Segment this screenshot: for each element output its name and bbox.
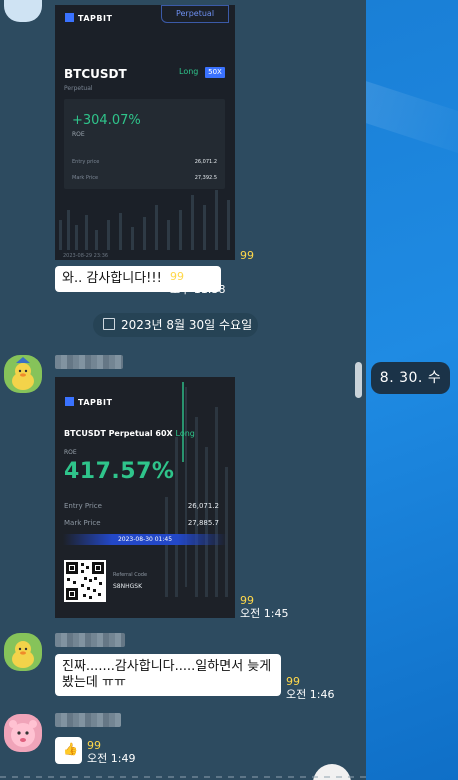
unread-count: 99: [240, 249, 254, 262]
light-ray: [366, 77, 458, 163]
unread-count: 99: [240, 594, 254, 607]
mark-price-value: 27,392.5: [194, 175, 217, 181]
roe-label: ROE: [64, 449, 77, 456]
entry-price-value: 26,071.2: [187, 502, 219, 510]
message-meta: 99 오전 1:49: [87, 739, 135, 765]
mark-price-label: Mark Price: [72, 175, 99, 181]
perpetual-tag: Perpetual: [161, 5, 229, 23]
message-meta: 99 오후 11:38: [170, 270, 225, 296]
unread-count: 99: [286, 675, 300, 688]
message-time: 오후 11:38: [170, 283, 226, 296]
character-avatar-icon: [9, 720, 37, 747]
symbol: BTCUSDT: [64, 67, 127, 81]
referral-code: S8NHGSK: [113, 583, 143, 590]
entry-price-label: Entry price: [72, 159, 100, 165]
image-message-tapbit-1[interactable]: TAPBIT Perpetual BTCUSDT Perpetual Long …: [55, 5, 235, 260]
message-meta: 99 오전 1:45: [240, 594, 288, 620]
thumbs-up-icon: 👍: [63, 742, 78, 756]
sender-name-redacted: [55, 355, 123, 369]
divider: [0, 776, 366, 778]
duck-avatar-icon: [12, 357, 34, 390]
unread-count: 99: [170, 270, 184, 283]
card-date-banner: 2023-08-30 01:45: [63, 534, 227, 545]
sender-avatar[interactable]: [4, 633, 42, 671]
unread-count: 99: [87, 739, 101, 752]
leverage-badge: 50X: [205, 67, 225, 78]
calendar-icon: [103, 318, 115, 330]
tapbit-logo: TAPBIT: [65, 13, 112, 23]
message-text: 진짜.......감사합니다.....일하면서 늦게 봤는데 ㅠㅠ: [62, 659, 272, 690]
roe-value: +304.07%: [72, 113, 141, 128]
message-meta: 99: [240, 249, 254, 262]
date-divider: 2023년 8월 30일 수요일: [93, 313, 258, 337]
side-label: Long: [175, 429, 195, 438]
sender-avatar-top[interactable]: [4, 0, 42, 22]
sender-name-redacted: [55, 713, 121, 727]
message-time: 오전 1:49: [87, 752, 136, 765]
card-title: BTCUSDT Perpetual 60X Long: [64, 429, 195, 438]
chat-pane: TAPBIT Perpetual BTCUSDT Perpetual Long …: [0, 0, 366, 780]
roe-value: 417.57%: [64, 459, 175, 484]
date-tooltip: 8. 30. 수: [371, 362, 450, 394]
entry-price-label: Entry Price: [64, 502, 102, 510]
sender-avatar[interactable]: [4, 355, 42, 393]
duck-avatar-icon: [12, 641, 34, 668]
message-time: 오전 1:45: [240, 607, 289, 620]
sender-avatar[interactable]: [4, 714, 42, 752]
card-timestamp: 2023-08-29 23:36: [63, 253, 109, 259]
mark-price-label: Mark Price: [64, 519, 101, 527]
message-time: 오전 1:46: [286, 688, 335, 701]
message-bubble-like[interactable]: 👍: [55, 737, 82, 764]
sender-name-redacted: [55, 633, 125, 647]
symbol-subtitle: Perpetual: [64, 85, 93, 92]
qr-code-icon: [64, 560, 106, 602]
entry-price-value: 26,071.2: [194, 159, 217, 165]
tapbit-logo: TAPBIT: [65, 397, 112, 407]
side-label: Long: [179, 67, 199, 76]
message-text: 와.. 감사합니다!!!: [62, 271, 162, 286]
scrollbar-thumb[interactable]: [355, 362, 362, 398]
roe-label: ROE: [72, 131, 85, 138]
image-message-tapbit-2[interactable]: TAPBIT BTCUSDT Perpetual 60X Long ROE 41…: [55, 377, 235, 618]
mark-price-value: 27,885.7: [187, 519, 219, 527]
roe-panel: +304.07% ROE Entry price 26,071.2 Mark P…: [64, 99, 225, 189]
message-meta: 99 오전 1:46: [286, 675, 334, 701]
referral-label: Referral Code: [113, 572, 148, 578]
message-bubble[interactable]: 진짜.......감사합니다.....일하면서 늦게 봤는데 ㅠㅠ: [55, 654, 281, 696]
